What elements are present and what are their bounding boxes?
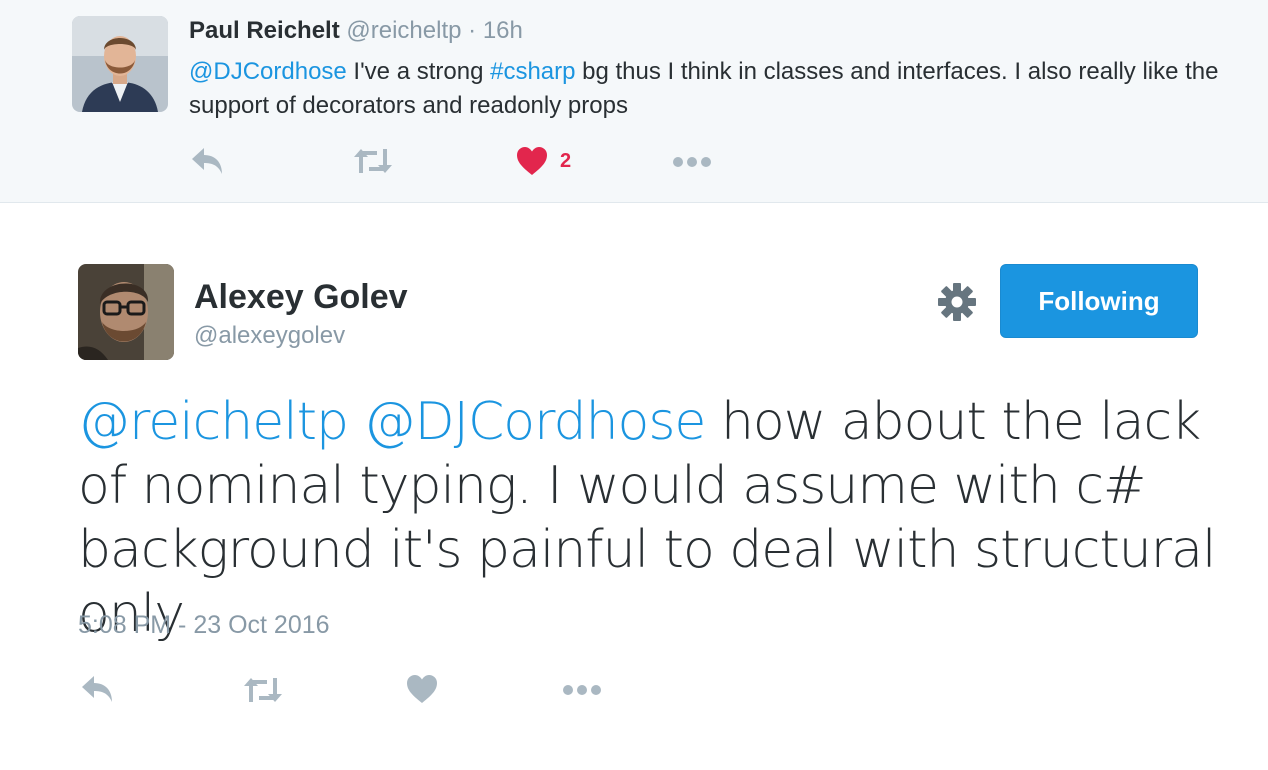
avatar[interactable] xyxy=(78,264,174,360)
author-name[interactable]: Alexey Golev xyxy=(194,276,408,318)
reply-button[interactable] xyxy=(80,674,114,704)
more-icon xyxy=(673,157,711,167)
author-name[interactable]: Paul Reichelt xyxy=(189,17,340,44)
like-button[interactable]: 2 xyxy=(516,146,571,176)
author-handle[interactable]: @reicheltp xyxy=(346,17,461,44)
retweet-icon xyxy=(244,678,282,702)
reply-icon xyxy=(82,676,112,702)
reply-button[interactable] xyxy=(190,146,224,176)
reply-text: @DJCordhose I've a strong #csharp bg thu… xyxy=(189,55,1229,123)
mention-link[interactable]: @reicheltp xyxy=(78,392,349,452)
retweet-button[interactable] xyxy=(353,147,393,175)
retweet-icon xyxy=(354,149,392,173)
following-button[interactable]: Following xyxy=(1000,264,1198,338)
reply-tweet: Paul Reichelt @reicheltp · 16h @DJCordho… xyxy=(0,0,1268,203)
reply-header: Paul Reichelt @reicheltp · 16h xyxy=(189,15,523,47)
settings-button[interactable] xyxy=(938,283,976,321)
retweet-button[interactable] xyxy=(243,676,283,704)
author-handle[interactable]: @alexeygolev xyxy=(194,320,345,352)
more-icon xyxy=(563,685,601,695)
tweet-timestamp[interactable]: 5:08 PM - 23 Oct 2016 xyxy=(78,608,330,642)
avatar[interactable] xyxy=(72,16,168,112)
mention-link[interactable]: @DJCordhose xyxy=(189,58,347,85)
mention-link[interactable]: @DJCordhose xyxy=(364,392,707,452)
more-button[interactable] xyxy=(562,684,602,696)
heart-icon xyxy=(517,147,547,175)
heart-icon xyxy=(407,675,437,703)
hashtag-link[interactable]: #csharp xyxy=(490,58,575,85)
gear-icon xyxy=(938,283,976,321)
tweet-time[interactable]: 16h xyxy=(483,17,523,44)
like-button[interactable] xyxy=(406,674,438,704)
more-button[interactable] xyxy=(672,156,712,168)
reply-icon xyxy=(192,148,222,174)
separator: · xyxy=(468,17,477,44)
like-count: 2 xyxy=(560,149,572,172)
tweet-text-part: I've a strong xyxy=(346,58,491,85)
